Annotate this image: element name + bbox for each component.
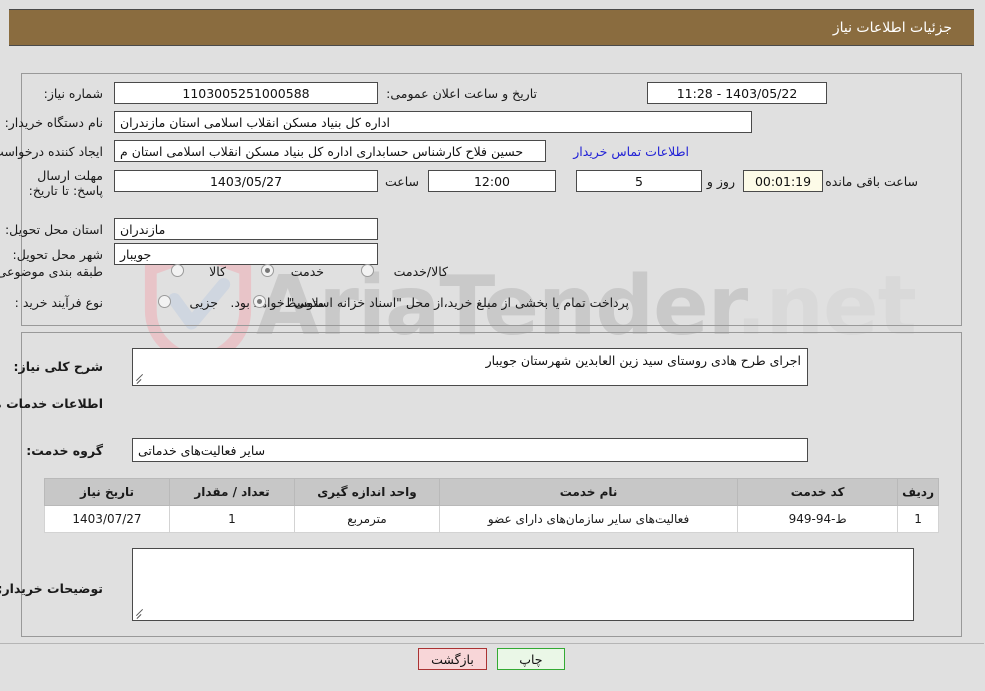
cell-unit: مترمربع: [295, 505, 441, 533]
print-button[interactable]: چاپ: [497, 648, 566, 670]
radio-process-medium[interactable]: [254, 295, 267, 308]
need-summary-label: شرح کلی نیاز:: [14, 359, 104, 374]
service-group-label: گروه خدمت:: [27, 443, 104, 458]
table-row[interactable]: 1 ط-94-949 فعالیت‌های سایر سازمان‌های دا…: [45, 505, 940, 533]
remaining-hours-label: ساعت باقی مانده: [826, 174, 919, 189]
footer-button-row: بازگشت چاپ: [0, 648, 985, 670]
column-header-row-no: ردیف: [898, 478, 940, 506]
countdown-timer: 00:01:19: [744, 170, 824, 192]
request-creator-value: حسین فلاح کارشناس حسابداری اداره کل بنیا…: [115, 140, 547, 162]
table-header-row: ردیف کد خدمت نام خدمت واحد اندازه گیری ت…: [45, 478, 940, 506]
service-group-value: سایر فعالیت‌های خدماتی: [133, 438, 809, 462]
radio-category-goods-service[interactable]: [362, 264, 375, 277]
days-and-label: روز و: [707, 174, 736, 189]
remaining-days-value: 5: [577, 170, 703, 192]
response-deadline-label: مهلت ارسال پاسخ: تا تاریخ:: [29, 168, 104, 198]
delivery-province-value: مازندران: [115, 218, 379, 240]
buyer-notes-label: توضیحات خریدار;: [0, 581, 104, 596]
column-header-service-code: کد خدمت: [738, 478, 900, 506]
buyer-org-value: اداره کل بنیاد مسکن انقلاب اسلامی استان …: [115, 111, 753, 133]
cell-quantity: 1: [170, 505, 296, 533]
subject-category-label: طبقه بندی موضوعی:: [0, 264, 104, 279]
radio-category-service-label: خدمت: [291, 264, 325, 279]
payment-note: پرداخت تمام یا بخشی از مبلغ خرید،از محل …: [231, 295, 630, 310]
need-number-value: 1103005251000588: [115, 82, 379, 104]
need-summary-value: اجرای طرح هادی روستای سید زین العابدین ش…: [486, 353, 802, 368]
delivery-province-label: استان محل تحویل:: [5, 222, 104, 237]
request-creator-label: ایجاد کننده درخواست:: [0, 144, 104, 159]
page-title: جزئیات اطلاعات نیاز: [10, 9, 975, 46]
resize-grip-icon[interactable]: [136, 608, 147, 619]
purchase-process-label: نوع فرآیند خرید :: [15, 295, 104, 310]
delivery-city-label: شهر محل تحویل:: [13, 247, 104, 262]
deadline-time-value: 12:00: [429, 170, 557, 192]
announcement-datetime-label: تاریخ و ساعت اعلان عمومی:: [387, 86, 538, 101]
radio-category-goods-service-label: کالا/خدمت: [394, 264, 449, 279]
column-header-need-date: تاریخ نیاز: [45, 478, 171, 506]
radio-process-minor[interactable]: [159, 295, 172, 308]
need-summary-textarea[interactable]: اجرای طرح هادی روستای سید زین العابدین ش…: [133, 348, 809, 386]
back-button[interactable]: بازگشت: [419, 648, 488, 670]
footer-divider: [0, 643, 985, 644]
buyer-org-label: نام دستگاه خریدار:: [5, 115, 104, 130]
column-header-unit: واحد اندازه گیری: [295, 478, 441, 506]
announcement-datetime-value: 1403/05/22 - 11:28: [648, 82, 828, 104]
cell-row-no: 1: [898, 505, 940, 533]
hour-label: ساعت: [385, 174, 420, 189]
radio-category-goods-label: کالا: [210, 264, 227, 279]
column-header-quantity: تعداد / مقدار: [170, 478, 296, 506]
page-root: AriaTender.net جزئیات اطلاعات نیاز شماره…: [0, 0, 985, 691]
delivery-city-value: جویبار: [115, 243, 379, 265]
column-header-service-name: نام خدمت: [439, 478, 740, 506]
radio-category-goods[interactable]: [172, 264, 185, 277]
cell-service-name: فعالیت‌های سایر سازمان‌های دارای عضو: [439, 505, 740, 533]
need-number-label: شماره نیاز:: [44, 86, 104, 101]
resize-grip-icon[interactable]: [136, 373, 147, 384]
cell-service-code: ط-94-949: [738, 505, 900, 533]
radio-category-service[interactable]: [262, 264, 275, 277]
buyer-contact-link[interactable]: اطلاعات تماس خریدار: [574, 144, 690, 159]
services-info-heading: اطلاعات خدمات مورد نیاز: [0, 396, 104, 411]
radio-process-minor-label: جزیی: [190, 295, 219, 310]
buyer-notes-textarea[interactable]: [133, 548, 915, 621]
deadline-date-value: 1403/05/27: [115, 170, 379, 192]
services-table: ردیف کد خدمت نام خدمت واحد اندازه گیری ت…: [45, 478, 940, 533]
cell-need-date: 1403/07/27: [45, 505, 171, 533]
